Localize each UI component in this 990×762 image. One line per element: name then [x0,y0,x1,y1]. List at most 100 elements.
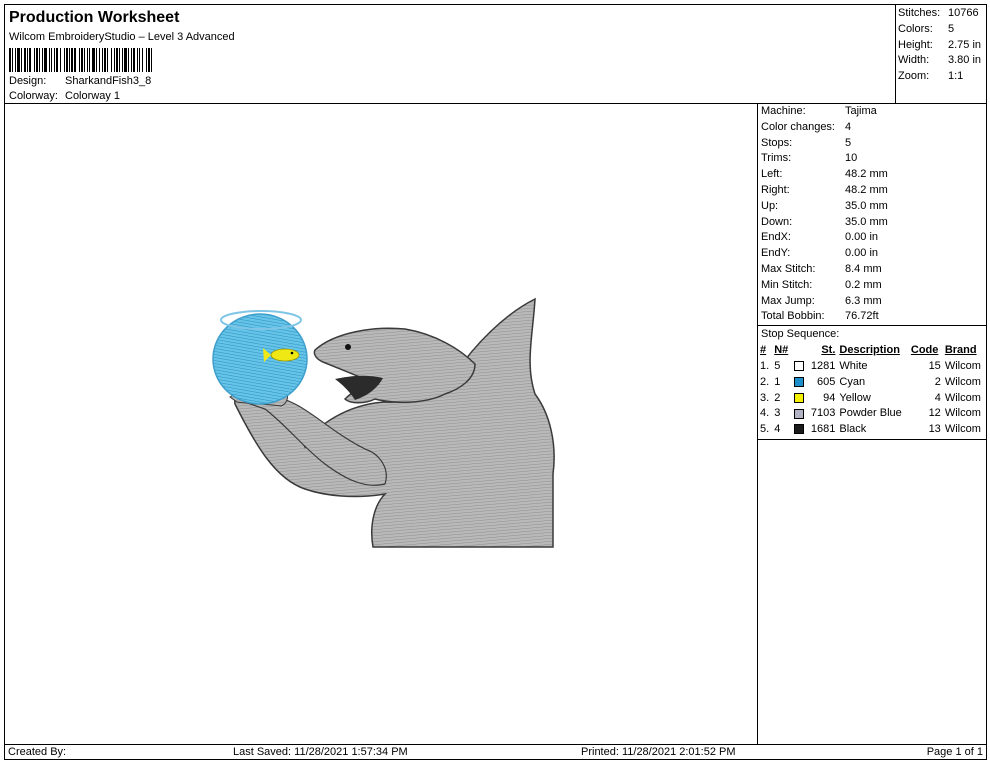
stop-swatch [792,421,807,437]
design-value: SharkandFish3_8 [65,75,152,87]
stop-stitches: 7103 [810,407,836,420]
stat-row: Height: 2.75 in [898,38,986,54]
machine-info-value: 48.2 mm [845,183,888,196]
machine-info-label: Trims: [761,152,792,165]
machine-info-row: EndX: 0.00 in [758,230,986,246]
stop-brand: Wilcom [944,391,981,404]
stop-sequence-row: 2. 1 605 Cyan 2 Wilcom [758,374,986,390]
stop-sequence-row: 3. 2 94 Yellow 4 Wilcom [758,390,986,406]
worksheet-header: Production Worksheet Wilcom EmbroiderySt… [4,4,896,104]
machine-info-list: Machine: Tajima Color changes: 4 Stops: 5 Trim… [758,104,986,325]
stat-label: Zoom: [898,70,930,83]
machine-info-label: Color changes: [761,120,835,133]
stop-description: Cyan [839,375,866,388]
machine-info-row: Right: 48.2 mm [758,183,986,199]
color-swatch [793,424,804,435]
machine-info-value: 10 [845,152,858,165]
machine-info-row: Down: 35.0 mm [758,215,986,231]
stat-label: Width: [898,54,930,67]
stop-description: White [839,360,868,373]
colorway-value: Colorway 1 [65,90,121,102]
stat-row: Zoom: 1:1 [898,69,986,85]
color-swatch [793,376,804,387]
machine-info-label: EndY: [761,247,791,260]
stat-value: 2.75 in [948,38,982,51]
fish [270,348,300,362]
stat-value: 3.80 in [948,54,982,67]
stat-value: 1:1 [948,70,964,83]
stat-value: 10766 [948,7,979,19]
stat-row: Stitches: 10766 [898,6,986,22]
stop-num: 4. [760,407,770,420]
stop-needle: 5 [774,360,781,373]
stop-stitches: 605 [817,375,836,388]
colorway-row: Colorway: Colorway 1 [9,90,120,102]
machine-info-label: EndX: [761,231,791,244]
fish-eye [290,351,294,355]
shark-eye [345,344,351,350]
stop-num: 2. [760,375,770,388]
stop-code: 15 [928,360,941,373]
stat-row: Width: 3.80 in [898,53,986,69]
stop-needle: 4 [774,423,781,436]
machine-info-row: EndY: 0.00 in [758,246,986,262]
stop-swatch [792,374,807,390]
machine-info-value: 8.4 mm [845,262,882,275]
color-swatch [793,361,804,372]
stop-description: Powder Blue [839,407,902,420]
stop-stitches: 1681 [810,423,836,436]
stop-code: 2 [934,375,941,388]
stop-brand: Wilcom [944,375,981,388]
machine-info-row: Max Stitch: 8.4 mm [758,262,986,278]
shark-head [313,327,476,404]
page-number: Page 1 of 1 [926,746,983,758]
stop-brand: Wilcom [944,407,981,420]
stop-num: 1. [760,360,770,373]
col-brand: Brand [944,344,977,357]
stop-brand: Wilcom [944,423,981,436]
col-num: # [760,344,767,357]
stop-description: Black [839,423,867,436]
color-swatch [793,408,804,419]
created-by: Created By: [8,746,67,758]
stop-brand: Wilcom [944,360,981,373]
machine-info-label: Stops: [761,136,793,149]
stop-sequence-table: # N# St. Description Code Brand 1. 5 1281 W… [758,342,986,437]
worksheet-title: Production Worksheet [9,9,180,26]
stat-label: Stitches: [898,7,941,19]
machine-info-label: Right: [761,183,790,196]
machine-info-row: Stops: 5 [758,136,986,152]
machine-info-value: 0.00 in [845,247,879,260]
machine-info-row: Min Stitch: 0.2 mm [758,278,986,294]
machine-info-label: Min Stitch: [761,278,813,291]
machine-info-row: Total Bobbin: 76.72ft [758,309,986,325]
stop-swatch [792,390,807,406]
worksheet-footer: Created By: Last Saved: 11/28/2021 1:57:… [4,744,987,760]
machine-info-label: Up: [761,199,779,212]
stop-swatch [792,358,807,374]
machine-info-panel: Machine: Tajima Color changes: 4 Stops: 5 Trim… [757,103,987,745]
machine-info-value: 0.2 mm [845,278,882,291]
machine-info-value: 5 [845,136,852,149]
machine-info-value: 76.72ft [845,310,879,323]
color-swatch [793,392,804,403]
col-n: N# [774,344,789,357]
barcode [9,48,283,72]
stop-sequence-title: Stop Sequence: [761,328,840,341]
machine-info-label: Machine: [761,105,806,117]
stop-sequence-header-row: # N# St. Description Code Brand [758,342,986,358]
stop-code: 4 [934,391,941,404]
stop-sequence-row: 5. 4 1681 Black 13 Wilcom [758,421,986,437]
stop-description: Yellow [839,391,871,404]
col-st: St. [821,344,836,357]
machine-info-value: 0.00 in [845,231,879,244]
stop-code: 12 [928,407,941,420]
machine-info-value: 35.0 mm [845,215,888,228]
stat-row: Colors: 5 [898,22,986,38]
design-preview [4,103,758,745]
design-row: Design: SharkandFish3_8 [9,75,151,87]
machine-info-row: Color changes: 4 [758,120,986,136]
machine-info-row: Max Jump: 6.3 mm [758,294,986,310]
col-code: Code [910,344,939,357]
stat-label: Colors: [898,22,933,35]
